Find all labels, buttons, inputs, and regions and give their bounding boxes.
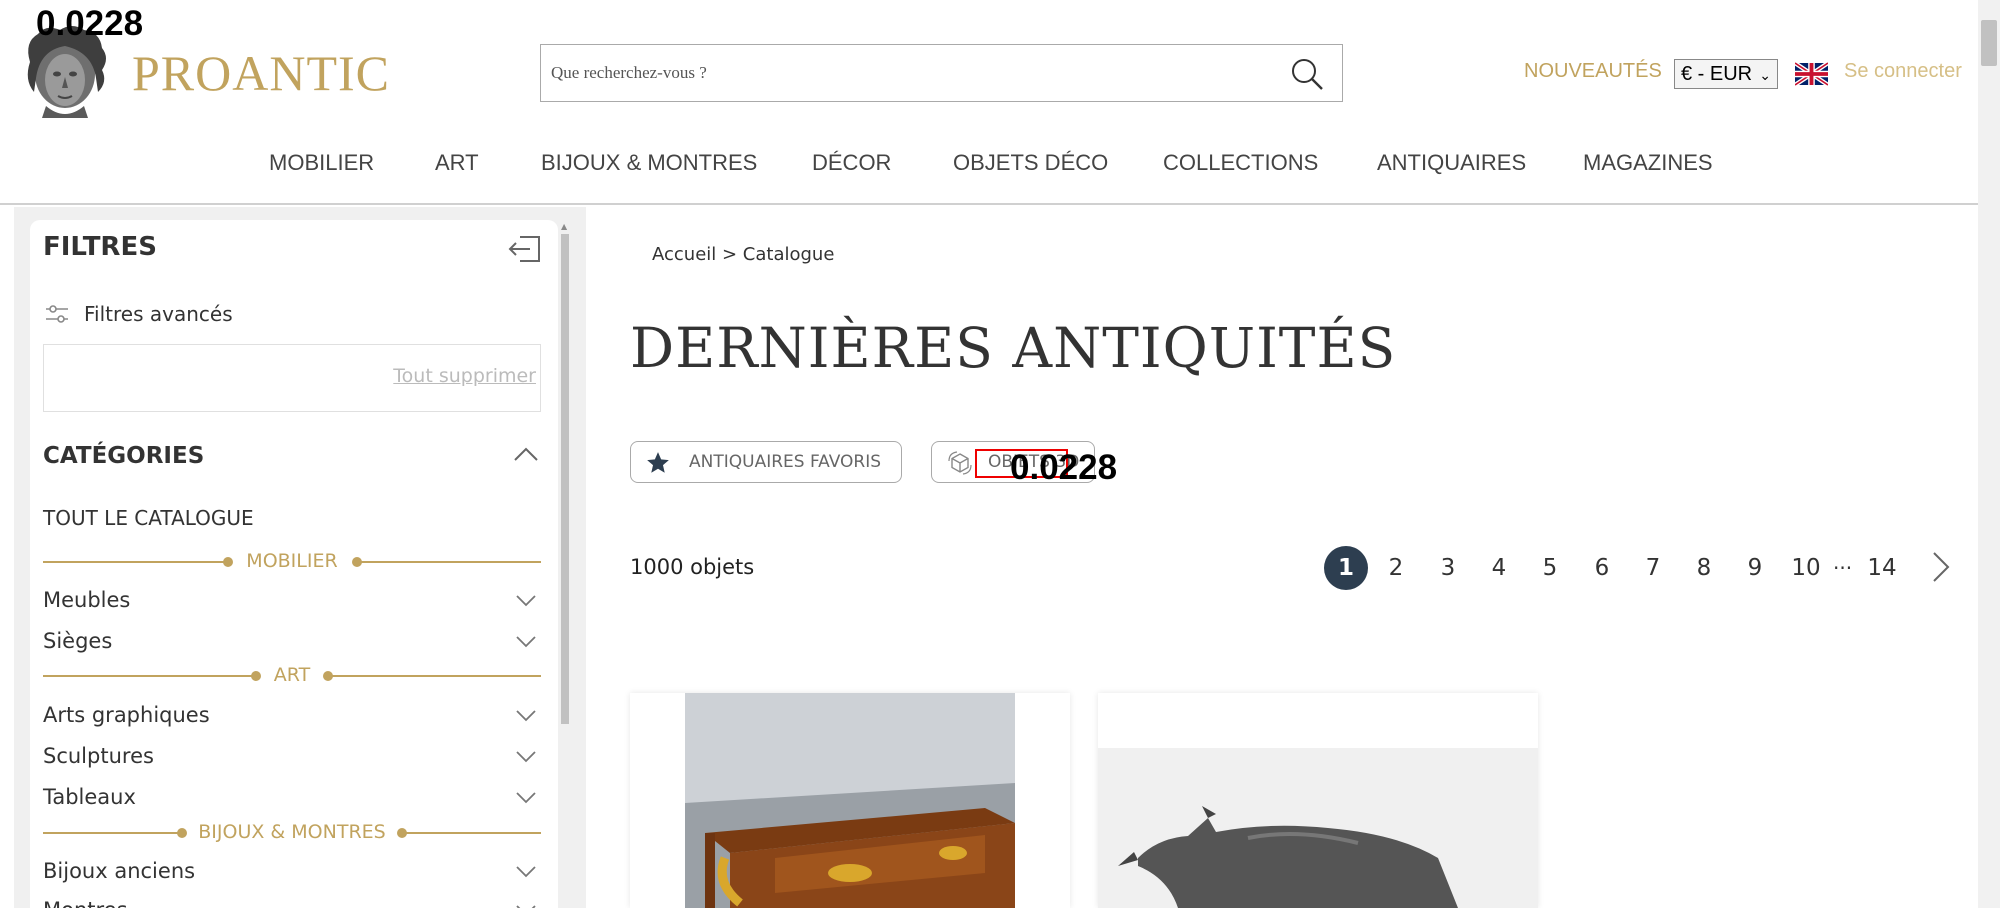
results-count: 1000 objets	[630, 555, 755, 579]
nav-item-art[interactable]: ART	[435, 150, 479, 176]
uk-flag-icon[interactable]	[1795, 62, 1828, 86]
chevron-down-icon[interactable]	[515, 750, 537, 764]
currency-select[interactable]: € - EUR ⌄	[1674, 59, 1778, 89]
nav-item-collections[interactable]: COLLECTIONS	[1163, 150, 1318, 176]
page-link-3[interactable]: 3	[1426, 546, 1470, 590]
chevron-down-icon: ⌄	[1759, 67, 1771, 83]
filters-sidebar: FILTRES Filtres avancés Tout supprimer C…	[30, 220, 558, 908]
chevron-down-icon[interactable]	[515, 635, 537, 649]
category-item-arts-graphiques[interactable]: Arts graphiques	[43, 703, 541, 731]
nav-item-objets-deco[interactable]: OBJETS DÉCO	[953, 150, 1108, 176]
login-link[interactable]: Se connecter	[1844, 60, 1962, 83]
pagination-ellipsis: ...	[1833, 550, 1853, 574]
search-input[interactable]	[551, 57, 1251, 89]
page-link-9[interactable]: 9	[1733, 546, 1777, 590]
cube-3d-icon	[948, 451, 972, 475]
category-item-sieges[interactable]: Sièges	[43, 629, 541, 657]
chevron-down-icon[interactable]	[515, 709, 537, 723]
page-link-8[interactable]: 8	[1682, 546, 1726, 590]
advanced-filters-link[interactable]: Filtres avancés	[84, 302, 233, 326]
product-image-desk[interactable]	[685, 693, 1015, 908]
currency-value: € - EUR	[1681, 63, 1753, 85]
group-separator-bijoux: BIJOUX & MONTRES	[43, 821, 541, 845]
product-card[interactable]	[630, 693, 1070, 908]
category-label: Sièges	[43, 629, 113, 653]
brand-name[interactable]: PROANTIC	[132, 44, 390, 102]
category-item-montres[interactable]: Montres	[43, 898, 541, 908]
chevron-down-icon[interactable]	[515, 791, 537, 805]
category-label: Arts graphiques	[43, 703, 210, 727]
page-link-4[interactable]: 4	[1477, 546, 1521, 590]
sidebar-scrollbar[interactable]: ▲	[558, 222, 572, 908]
product-image-wolf-sculpture[interactable]	[1098, 748, 1538, 908]
categories-title[interactable]: CATÉGORIES	[43, 443, 204, 469]
category-item-meubles[interactable]: Meubles	[43, 588, 541, 616]
nav-item-mobilier[interactable]: MOBILIER	[269, 150, 374, 176]
category-item-bijoux-anciens[interactable]: Bijoux anciens	[43, 859, 541, 887]
collapse-sidebar-icon[interactable]	[508, 234, 542, 264]
page-link-6[interactable]: 6	[1580, 546, 1624, 590]
star-icon	[647, 452, 669, 473]
main-nav: MOBILIER ART BIJOUX & MONTRES DÉCOR OBJE…	[0, 150, 1978, 180]
product-card[interactable]	[1098, 693, 1538, 908]
sidebar-scrollbar-thumb[interactable]	[561, 234, 569, 724]
nav-item-decor[interactable]: DÉCOR	[812, 150, 891, 176]
clear-all-filters-link[interactable]: Tout supprimer	[393, 365, 536, 387]
new-arrivals-link[interactable]: NOUVEAUTÉS	[1524, 60, 1662, 83]
score-overlay-top: 0.0228	[36, 4, 144, 43]
page-link-5[interactable]: 5	[1528, 546, 1572, 590]
favorite-dealers-button[interactable]: ANTIQUAIRES FAVORIS	[630, 441, 902, 483]
score-overlay-mid: 0.0228	[1010, 448, 1118, 487]
group-label-art: ART	[273, 664, 311, 686]
group-separator-mobilier: MOBILIER	[43, 550, 541, 574]
category-label: Sculptures	[43, 744, 154, 768]
category-label: Tableaux	[43, 785, 136, 809]
page-link-10[interactable]: 10	[1784, 546, 1828, 590]
breadcrumb[interactable]: Accueil > Catalogue	[652, 244, 834, 265]
page-link-14[interactable]: 14	[1860, 546, 1904, 590]
category-label: Meubles	[43, 588, 131, 612]
page-link-2[interactable]: 2	[1374, 546, 1418, 590]
chevron-right-icon[interactable]	[1930, 549, 1952, 585]
nav-item-magazines[interactable]: MAGAZINES	[1583, 150, 1713, 176]
category-item-sculptures[interactable]: Sculptures	[43, 744, 541, 772]
chevron-down-icon[interactable]	[515, 594, 537, 608]
nav-item-bijoux-montres[interactable]: BIJOUX & MONTRES	[541, 150, 757, 176]
search-box[interactable]	[540, 44, 1343, 102]
site-header: PROANTIC NOUVEAUTÉS € - EUR ⌄ Se connect…	[0, 0, 1978, 205]
category-label: Montres	[43, 898, 128, 908]
group-separator-art: ART	[43, 664, 541, 688]
page-scrollbar-thumb[interactable]	[1981, 20, 1997, 66]
chevron-up-icon[interactable]	[513, 446, 539, 462]
page-link-current[interactable]: 1	[1324, 546, 1368, 590]
nav-item-antiquaires[interactable]: ANTIQUAIRES	[1377, 150, 1526, 176]
search-icon[interactable]	[1290, 57, 1324, 91]
page-link-7[interactable]: 7	[1631, 546, 1675, 590]
chevron-down-icon[interactable]	[515, 865, 537, 879]
chevron-down-icon[interactable]	[515, 904, 537, 908]
sliders-icon[interactable]	[45, 304, 69, 324]
group-label-mobilier: MOBILIER	[246, 550, 338, 572]
all-catalog-link[interactable]: TOUT LE CATALOGUE	[43, 506, 254, 530]
scroll-up-icon[interactable]: ▲	[561, 222, 567, 231]
group-label-bijoux-montres: BIJOUX & MONTRES	[198, 821, 386, 843]
favorite-dealers-label: ANTIQUAIRES FAVORIS	[689, 452, 882, 472]
page-scrollbar[interactable]	[1978, 0, 2000, 908]
category-label: Bijoux anciens	[43, 859, 196, 883]
filters-title: FILTRES	[43, 232, 157, 262]
category-item-tableaux[interactable]: Tableaux	[43, 785, 541, 813]
page-title: DERNIÈRES ANTIQUITÉS	[630, 316, 1397, 380]
active-filters-box: Tout supprimer	[43, 344, 541, 412]
